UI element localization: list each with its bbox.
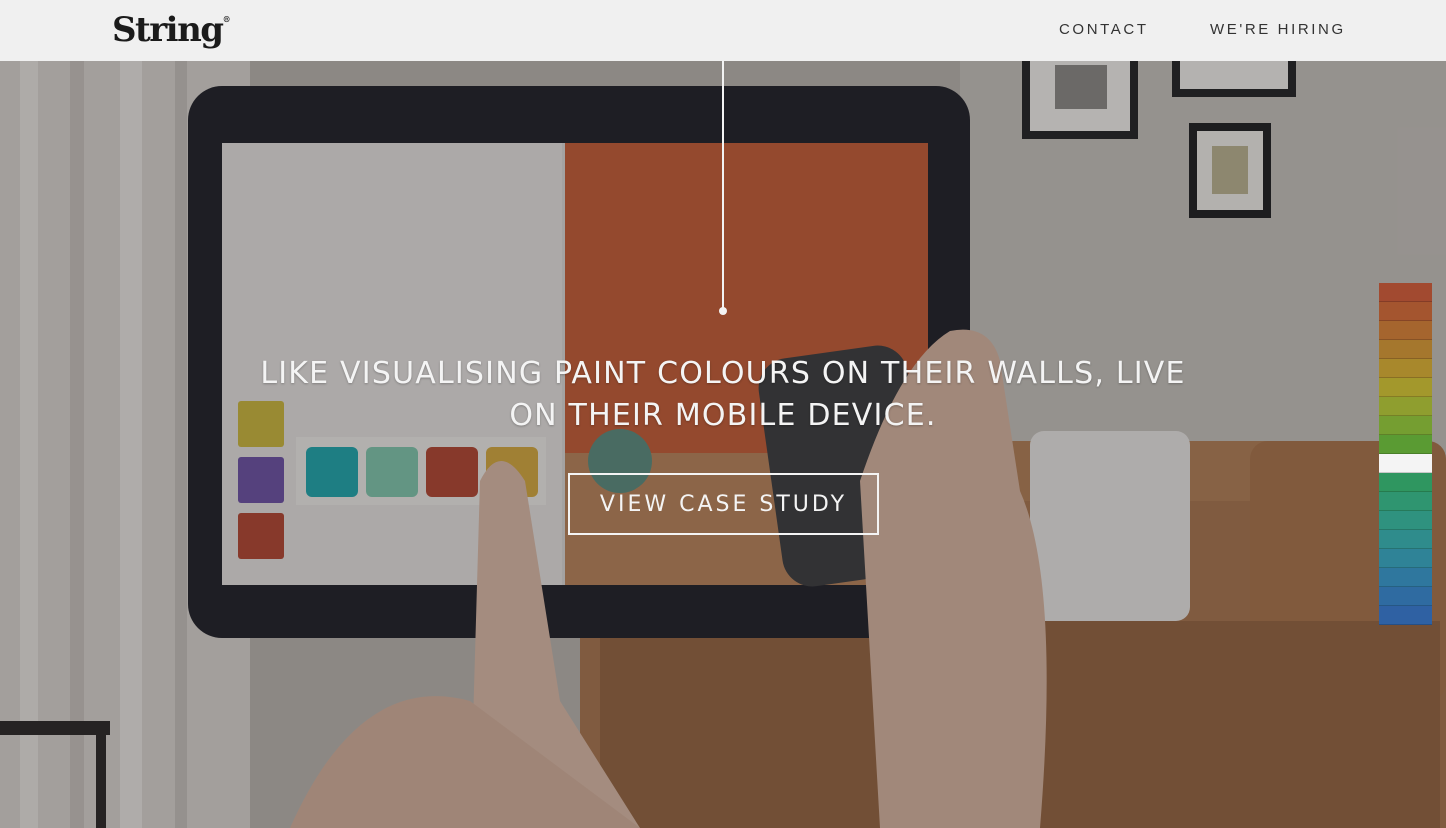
colour-swatch[interactable] — [1379, 302, 1432, 321]
hero-section: LIKE VISUALISING PAINT COLOURS ON THEIR … — [0, 61, 1446, 828]
registered-mark: ® — [222, 14, 231, 24]
colour-swatch[interactable] — [1379, 378, 1432, 397]
site-header: String® CONTACT WE'RE HIRING — [0, 0, 1446, 61]
colour-swatch[interactable] — [1379, 435, 1432, 454]
colour-swatch[interactable] — [1379, 530, 1432, 549]
colour-swatch[interactable] — [1379, 283, 1432, 302]
colour-swatch[interactable] — [1379, 340, 1432, 359]
colour-swatch-selected[interactable] — [1379, 454, 1432, 473]
colour-swatch[interactable] — [1379, 321, 1432, 340]
nav-contact-link[interactable]: CONTACT — [1059, 21, 1149, 38]
view-case-study-button[interactable]: VIEW CASE STUDY — [568, 473, 879, 535]
string-logo[interactable]: String® — [112, 10, 231, 50]
colour-swatch[interactable] — [1379, 549, 1432, 568]
colour-swatch[interactable] — [1379, 568, 1432, 587]
colour-swatch[interactable] — [1379, 397, 1432, 416]
colour-swatch[interactable] — [1379, 587, 1432, 606]
colour-swatch[interactable] — [1379, 359, 1432, 378]
nav-hiring-link[interactable]: WE'RE HIRING — [1210, 21, 1346, 38]
cta-label: VIEW CASE STUDY — [599, 491, 848, 517]
colour-swatch-rail — [1379, 283, 1432, 625]
hero-line-dot — [719, 307, 727, 315]
colour-swatch[interactable] — [1379, 606, 1432, 625]
hero-vertical-line — [722, 61, 724, 310]
colour-swatch[interactable] — [1379, 416, 1432, 435]
colour-swatch[interactable] — [1379, 511, 1432, 530]
logo-text: String — [112, 10, 224, 50]
colour-swatch[interactable] — [1379, 473, 1432, 492]
hero-headline: LIKE VISUALISING PAINT COLOURS ON THEIR … — [260, 356, 1186, 433]
colour-swatch[interactable] — [1379, 492, 1432, 511]
